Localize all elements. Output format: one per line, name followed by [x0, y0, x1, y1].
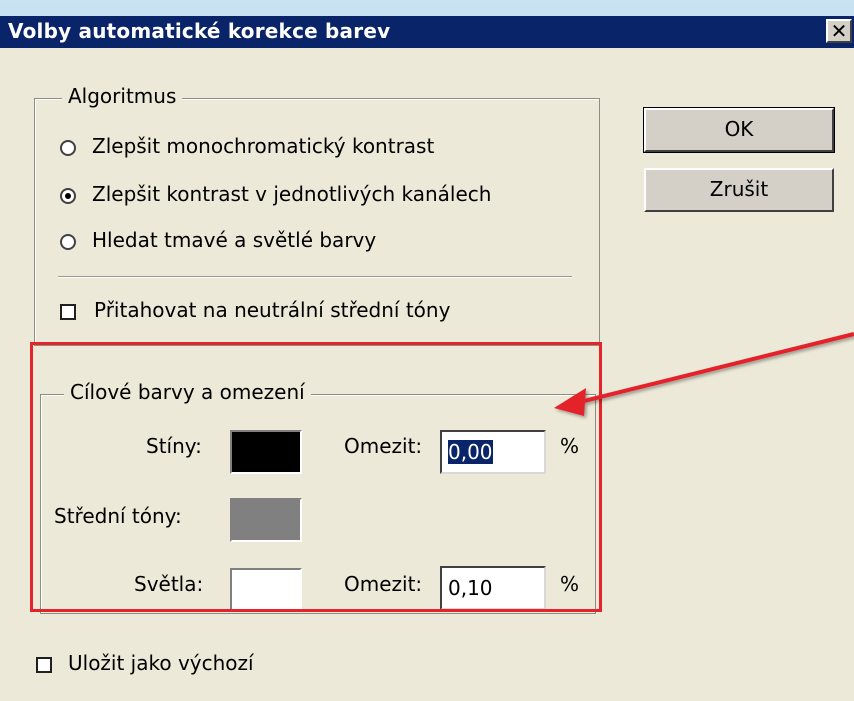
- ok-button[interactable]: OK: [643, 107, 835, 153]
- annotation-highlight-box: [30, 342, 602, 612]
- radio-label[interactable]: Zlepšit kontrast v jednotlivých kanálech: [92, 182, 491, 206]
- cancel-button-label: Zrušit: [709, 177, 769, 201]
- radio-button[interactable]: [60, 234, 76, 250]
- radio-button[interactable]: [60, 140, 76, 156]
- title-bar: Volby automatické korekce barev ✕: [0, 16, 854, 48]
- annotation-arrow-icon: [554, 332, 854, 416]
- group-separator: [58, 276, 572, 278]
- checkbox-label[interactable]: Uložit jako výchozí: [68, 651, 254, 675]
- checkbox[interactable]: [36, 657, 52, 673]
- algorithm-legend: Algoritmus: [62, 84, 183, 108]
- dialog-title: Volby automatické korekce barev: [8, 19, 391, 43]
- checkbox[interactable]: [60, 304, 76, 320]
- cancel-button[interactable]: Zrušit: [644, 168, 834, 212]
- radio-label[interactable]: Zlepšit monochromatický kontrast: [92, 134, 434, 158]
- close-button[interactable]: ✕: [826, 19, 852, 43]
- radio-label[interactable]: Hledat tmavé a světlé barvy: [92, 228, 376, 252]
- radio-button-selected[interactable]: [60, 188, 76, 204]
- checkbox-label[interactable]: Přitahovat na neutrální střední tóny: [94, 298, 450, 322]
- ok-button-label: OK: [724, 117, 754, 141]
- close-icon: ✕: [830, 19, 848, 43]
